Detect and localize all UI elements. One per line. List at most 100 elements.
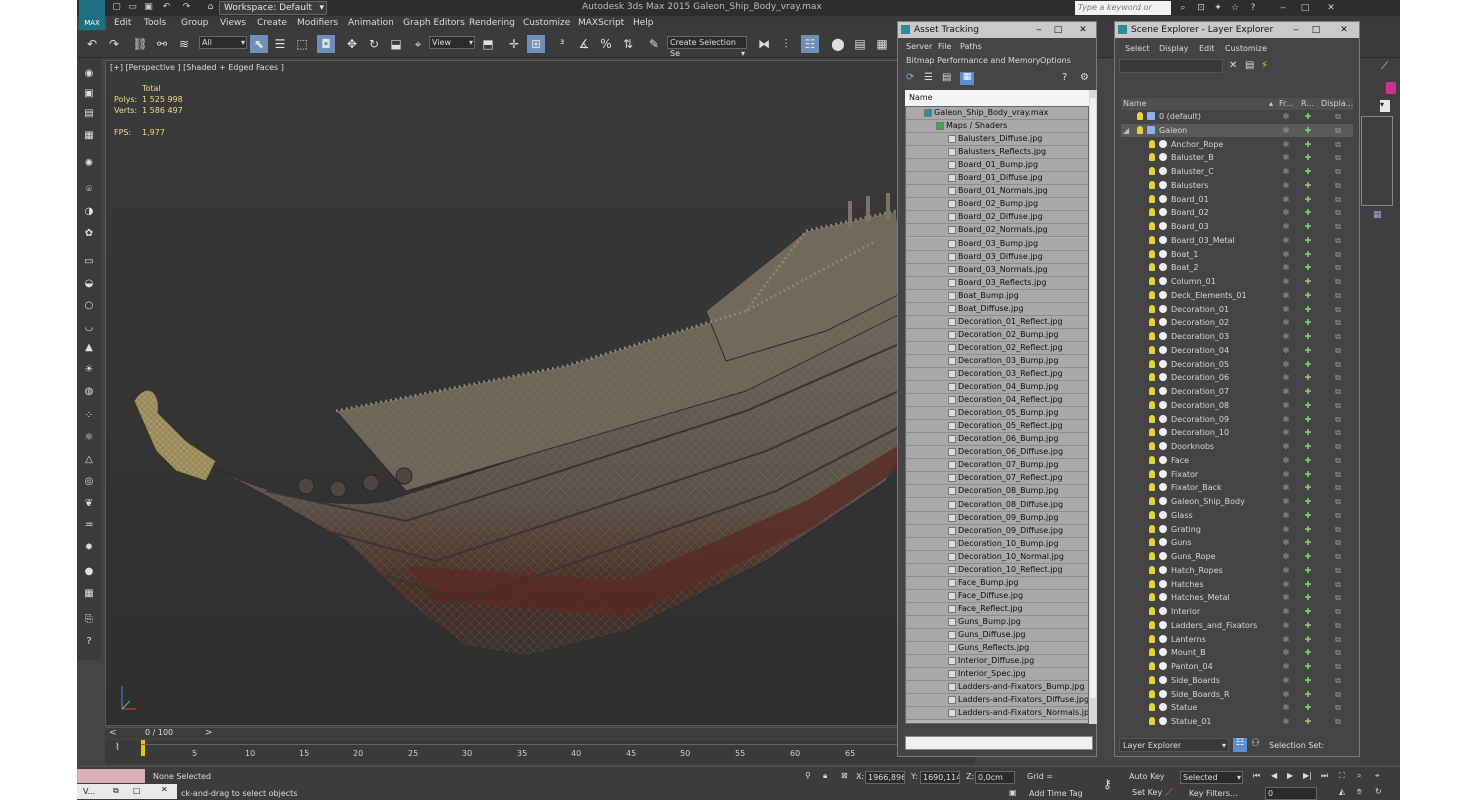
settings-icon[interactable]: ⚙ [1080, 72, 1089, 83]
object-row[interactable]: Fixator ✻ ✚ ⧉ [1121, 468, 1353, 481]
key-mode-dropdown[interactable]: Selected ▾ [1180, 771, 1243, 784]
visibility-bulb-icon[interactable] [1149, 400, 1155, 409]
visibility-bulb-icon[interactable] [1149, 455, 1155, 464]
renderable-icon[interactable]: ✚ [1303, 179, 1313, 192]
renderable-icon[interactable]: ✚ [1303, 193, 1313, 206]
x-coordinate-field[interactable]: 1966,896c [865, 771, 905, 784]
close-icon[interactable]: ✕ [1339, 25, 1349, 35]
menu-select[interactable]: Select [1125, 44, 1150, 53]
menu-create[interactable]: Create [257, 18, 287, 28]
display-icon[interactable]: ⧉ [1333, 193, 1343, 206]
snaps-toggle-icon[interactable]: ³ [553, 35, 571, 53]
visibility-bulb-icon[interactable] [1149, 593, 1155, 602]
object-row[interactable]: Decoration_07 ✻ ✚ ⧉ [1121, 385, 1353, 398]
renderable-icon[interactable]: ✚ [1303, 564, 1313, 577]
renderable-icon[interactable]: ✚ [1303, 316, 1313, 329]
list-view-icon[interactable]: ☰ [924, 72, 933, 83]
visibility-bulb-icon[interactable] [1149, 689, 1155, 698]
spinner-snap-icon[interactable]: ⇅ [619, 35, 637, 53]
freeze-icon[interactable]: ✻ [1281, 358, 1291, 371]
object-row[interactable]: Galeon_Ship_Body ✻ ✚ ⧉ [1121, 495, 1353, 508]
z-coordinate-field[interactable]: 0,0cm [975, 771, 1015, 784]
scrollbar-thumb[interactable] [1090, 98, 1096, 698]
object-row[interactable]: Side_Boards ✻ ✚ ⧉ [1121, 674, 1353, 687]
freeze-icon[interactable]: ✻ [1281, 454, 1291, 467]
freeze-icon[interactable]: ✻ [1281, 413, 1291, 426]
visibility-bulb-icon[interactable] [1149, 675, 1155, 684]
display-icon[interactable]: ⧉ [1333, 591, 1343, 604]
visibility-bulb-icon[interactable] [1149, 208, 1155, 217]
refresh-icon[interactable]: ⟳ [906, 72, 914, 83]
freeze-icon[interactable]: ✻ [1281, 633, 1291, 646]
freeze-icon[interactable]: ✻ [1281, 536, 1291, 549]
freeze-icon[interactable]: ✻ [1281, 715, 1291, 728]
object-row[interactable]: Column_01 ✻ ✚ ⧉ [1121, 275, 1353, 288]
angle-snap-icon[interactable]: ∡ [575, 35, 593, 53]
freeze-icon[interactable]: ✻ [1281, 303, 1291, 316]
freeze-icon[interactable]: ✻ [1281, 550, 1291, 563]
visibility-bulb-icon[interactable] [1149, 620, 1155, 629]
display-icon[interactable]: ⧉ [1333, 413, 1343, 426]
layer-mode-icon[interactable]: ☷ [1233, 738, 1247, 752]
minimize-icon[interactable]: ‒ [1034, 25, 1044, 35]
asset-file-row[interactable]: Face_Bump.jpg [906, 576, 1088, 590]
asset-file-row[interactable]: Decoration_09_Diffuse.jpg [906, 524, 1088, 538]
zoom-all-icon[interactable]: ⌖ [1375, 771, 1380, 781]
chevron-right-icon[interactable]: > [205, 728, 213, 738]
field-of-view-icon[interactable]: ◭ [1339, 787, 1345, 796]
renderable-icon[interactable]: ✚ [1303, 399, 1313, 412]
renderable-icon[interactable]: ✚ [1303, 248, 1313, 261]
close-icon[interactable]: ✕ [1078, 25, 1088, 35]
asset-file-row[interactable]: Balusters_Diffuse.jpg [906, 133, 1088, 147]
freeze-icon[interactable]: ✻ [1281, 138, 1291, 151]
visibility-bulb-icon[interactable] [1149, 359, 1155, 368]
select-and-link-icon[interactable]: ⛓ [131, 35, 149, 53]
visibility-bulb-icon[interactable] [1149, 607, 1155, 615]
visibility-bulb-icon[interactable] [1137, 112, 1143, 120]
display-icon[interactable]: ⧉ [1333, 509, 1343, 522]
display-icon[interactable]: ⧉ [1333, 165, 1343, 178]
freeze-icon[interactable]: ✻ [1281, 220, 1291, 233]
galleon-ship-model[interactable] [106, 61, 976, 727]
mirror-icon[interactable]: ⧓ [755, 35, 773, 53]
app-logo[interactable]: MAX [79, 0, 105, 30]
maximize-icon[interactable]: □ [1053, 25, 1063, 35]
freeze-icon[interactable]: ✻ [1281, 660, 1291, 673]
freeze-icon[interactable]: ✻ [1281, 495, 1291, 508]
asset-file-row[interactable]: Face_Diffuse.jpg [906, 589, 1088, 603]
renderable-icon[interactable]: ✚ [1303, 660, 1313, 673]
current-frame-field[interactable]: 0 [1265, 787, 1317, 800]
renderable-icon[interactable]: ✚ [1303, 454, 1313, 467]
dome-icon[interactable]: ◒ [81, 276, 97, 292]
freeze-icon[interactable]: ✻ [1281, 440, 1291, 453]
asset-file-row[interactable]: Decoration_03_Bump.jpg [906, 354, 1088, 368]
renderable-icon[interactable]: ✚ [1303, 138, 1313, 151]
freeze-icon[interactable]: ✻ [1281, 619, 1291, 632]
display-icon[interactable]: ⧉ [1333, 289, 1343, 302]
display-icon[interactable]: ⧉ [1333, 495, 1343, 508]
menu-animation[interactable]: Animation [348, 18, 394, 28]
box-icon[interactable]: ▭ [81, 254, 97, 270]
object-row[interactable]: Glass ✻ ✚ ⧉ [1121, 509, 1353, 522]
freeze-icon[interactable]: ✻ [1281, 509, 1291, 522]
visibility-bulb-icon[interactable] [1149, 538, 1155, 547]
asset-file-row[interactable]: Board_01_Diffuse.jpg [906, 172, 1088, 186]
object-row[interactable]: Board_03_Metal ✻ ✚ ⧉ [1121, 234, 1353, 247]
layer-row[interactable]: 0 (default) ✻ ✚ ⧉ [1121, 110, 1353, 123]
find-field[interactable] [1119, 59, 1223, 73]
object-row[interactable]: Side_Boards_R ✻ ✚ ⧉ [1121, 688, 1353, 701]
display-icon[interactable]: ⧉ [1333, 206, 1343, 219]
selection-filter-dropdown[interactable]: All ▾ [199, 36, 247, 49]
menu-modifiers[interactable]: Modifiers [297, 18, 338, 28]
object-row[interactable]: Decoration_02 ✻ ✚ ⧉ [1121, 316, 1353, 329]
asset-file-row[interactable]: Balusters_Reflects.jpg [906, 146, 1088, 160]
display-icon[interactable]: ⧉ [1333, 179, 1343, 192]
display-icon[interactable]: ⧉ [1333, 468, 1343, 481]
object-row[interactable]: Decoration_01 ✻ ✚ ⧉ [1121, 303, 1353, 316]
visibility-bulb-icon[interactable] [1149, 387, 1155, 395]
display-icon[interactable]: ⧉ [1333, 454, 1343, 467]
visibility-bulb-icon[interactable] [1149, 194, 1155, 203]
undo-icon[interactable]: ↶ [83, 35, 101, 53]
asset-file-row[interactable]: Board_01_Normals.jpg [906, 185, 1088, 199]
go-to-start-icon[interactable]: ⏮ [1253, 771, 1260, 781]
